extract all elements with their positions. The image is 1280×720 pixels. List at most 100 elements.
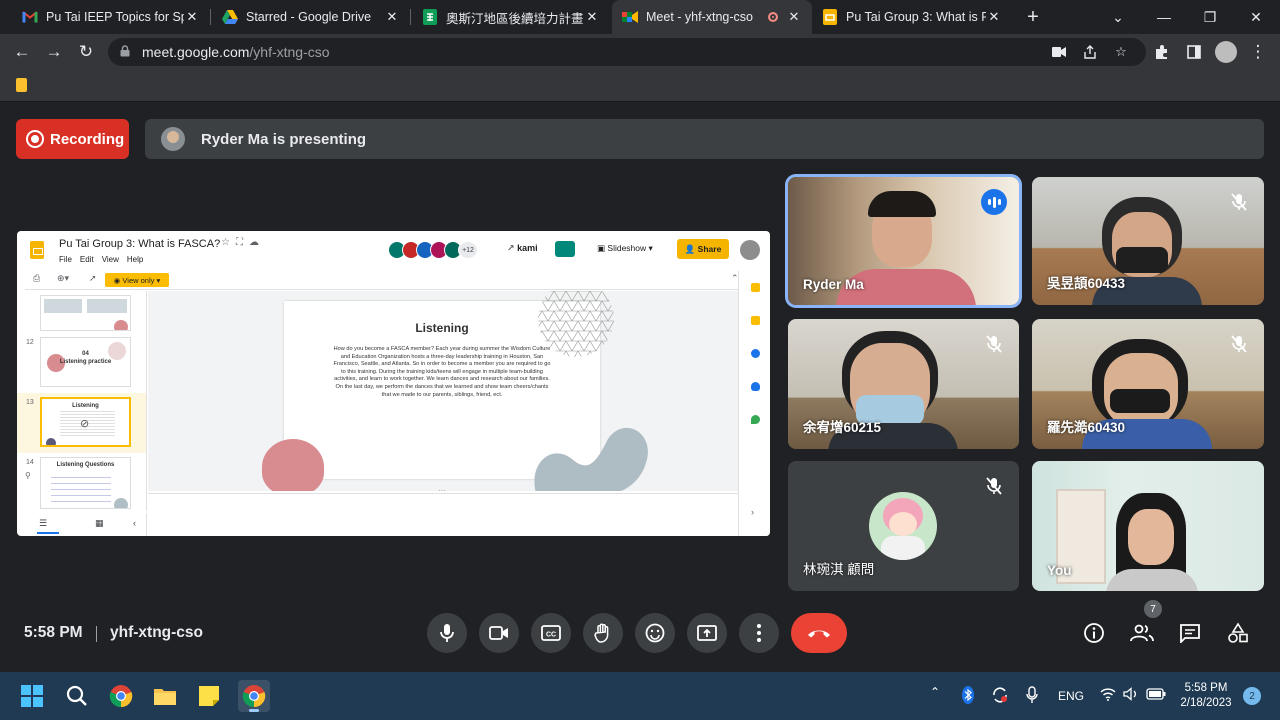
share-button[interactable]: 👤 Share [677,239,729,259]
meeting-details-button[interactable] [1080,619,1108,647]
close-icon[interactable]: ✕ [184,9,200,25]
close-icon[interactable]: ✕ [786,9,802,25]
move-icon[interactable]: ⛶ [236,237,249,248]
more-collaborators-count[interactable]: +12 [458,241,478,259]
search-button[interactable] [61,680,93,712]
google-meet-icon[interactable] [555,241,575,257]
extensions-button[interactable] [1151,41,1173,63]
participant-tile[interactable]: 林琬淇 顧問 [788,461,1019,591]
camera-button[interactable] [479,613,519,653]
address-bar[interactable]: meet.google.com/yhf-xtng-cso ☆ [108,38,1146,66]
menu-help[interactable]: Help [127,255,143,264]
drag-handle-icon[interactable]: ⋯ [438,486,446,495]
kami-button[interactable]: ↗ kami [507,243,538,254]
bluetooth-icon[interactable] [962,686,974,707]
sync-icon[interactable] [991,686,1009,707]
leave-call-button[interactable] [791,613,847,653]
notification-badge[interactable]: 2 [1243,687,1261,705]
minimize-icon: — [1157,9,1171,25]
tasks-icon[interactable] [751,349,760,358]
slideshow-button[interactable]: ▣ Slideshow ▾ [591,239,659,258]
menu-file[interactable]: File [59,255,72,264]
share-icon[interactable] [1081,44,1099,60]
tab-search-button[interactable]: ⌄ [1095,0,1141,34]
collapse-icon[interactable]: ‹ [133,518,136,528]
sticky-note-icon[interactable] [16,78,27,92]
chrome-taskbar-button[interactable] [105,680,137,712]
volume-icon[interactable] [1123,687,1139,704]
print-icon[interactable]: ⎙ [33,273,40,284]
participant-tile[interactable]: 吳昱頡60433 [1032,177,1264,305]
restore-button[interactable]: ❐ [1187,0,1233,34]
zoom-icon[interactable]: ⊕▾ [57,273,69,284]
battery-icon[interactable] [1146,688,1166,703]
people-button[interactable] [1128,619,1156,647]
profile-avatar[interactable] [1215,41,1237,63]
lock-icon [120,45,130,57]
more-options-button[interactable] [739,613,779,653]
back-button[interactable]: ← [11,41,33,63]
view-only-button[interactable]: ◉ View only ▾ [105,273,169,287]
start-button[interactable] [16,680,48,712]
activities-button[interactable] [1224,619,1252,647]
chevron-right-icon[interactable]: › [751,507,754,517]
tab-google-drive[interactable]: Starred - Google Drive ✕ [212,0,410,34]
chat-icon [1180,624,1200,643]
participant-name: You [1047,563,1072,578]
list-view-icon[interactable]: ☰ [39,518,47,529]
recording-button[interactable]: Recording [16,119,129,159]
participant-tile[interactable]: You [1032,461,1264,591]
close-icon[interactable]: ✕ [584,9,600,25]
close-icon[interactable]: ✕ [384,9,400,25]
grid-view-icon[interactable]: ▦ [95,518,104,529]
tab-google-slides[interactable]: Pu Tai Group 3: What is FA ✕ [812,0,1012,34]
new-tab-button[interactable]: + [1022,6,1044,28]
participant-tile[interactable]: Ryder Ma [788,177,1019,305]
chevron-up-icon[interactable]: ⌃ [930,685,940,699]
slide-thumbnail[interactable]: 04 Listening practice [40,337,131,387]
file-explorer-button[interactable] [149,680,181,712]
menu-edit[interactable]: Edit [80,255,94,264]
reload-button[interactable]: ↻ [75,41,97,63]
maps-icon[interactable] [751,415,760,424]
minimize-button[interactable]: — [1141,0,1187,34]
language-indicator[interactable]: ENG [1058,689,1084,703]
slide-thumbnail-selected[interactable]: Listening ⊘ [40,397,131,447]
tab-google-sheets[interactable]: 奧斯汀地區後續培力計畫 ✕ [412,0,610,34]
chrome-profile-taskbar-button[interactable] [238,680,270,712]
tab-gmail[interactable]: Pu Tai IEEP Topics for Spri ✕ [12,0,210,34]
present-button[interactable] [687,613,727,653]
menu-view[interactable]: View [102,255,119,264]
raise-hand-button[interactable] [583,613,623,653]
chat-button[interactable] [1176,619,1204,647]
tab-google-meet[interactable]: Meet - yhf-xtng-cso ✕ [612,0,812,34]
speaker-notes[interactable]: ⋯ [148,486,738,536]
close-window-button[interactable]: ✕ [1233,0,1279,34]
keep-icon[interactable] [751,316,760,325]
captions-button[interactable]: CC [531,613,571,653]
participant-tile[interactable]: 余宥增60215 [788,319,1019,449]
wifi-icon[interactable] [1100,687,1116,704]
avatar[interactable] [740,240,760,260]
close-icon[interactable]: ✕ [986,9,1002,25]
cursor-icon[interactable]: ➚ [89,273,97,284]
browser-menu-button[interactable]: ⋮ [1247,41,1269,63]
slide-thumbnail[interactable]: Listening Questions [40,457,131,509]
contacts-icon[interactable] [751,382,760,391]
taskbar-clock[interactable]: 5:58 PM 2/18/2023 [1178,681,1234,711]
bookmark-star-icon[interactable]: ☆ [1112,44,1130,60]
reactions-button[interactable] [635,613,675,653]
microphone-button[interactable] [427,613,467,653]
bookmarks-bar [0,70,1280,102]
sticky-notes-button[interactable] [193,680,225,712]
side-panel-button[interactable] [1183,41,1205,63]
speaking-indicator-icon [981,189,1007,215]
camera-icon[interactable] [1050,44,1068,60]
forward-button[interactable]: → [43,41,65,63]
star-icon[interactable]: ☆ [221,237,236,248]
calendar-icon[interactable] [751,283,760,292]
participant-tile[interactable]: 羅先澔60430 [1032,319,1264,449]
slide-thumbnail[interactable] [40,295,131,331]
presented-screen[interactable]: Pu Tai Group 3: What is FASCA? ☆⛶☁ File … [17,231,770,536]
microphone-icon[interactable] [1026,686,1038,707]
